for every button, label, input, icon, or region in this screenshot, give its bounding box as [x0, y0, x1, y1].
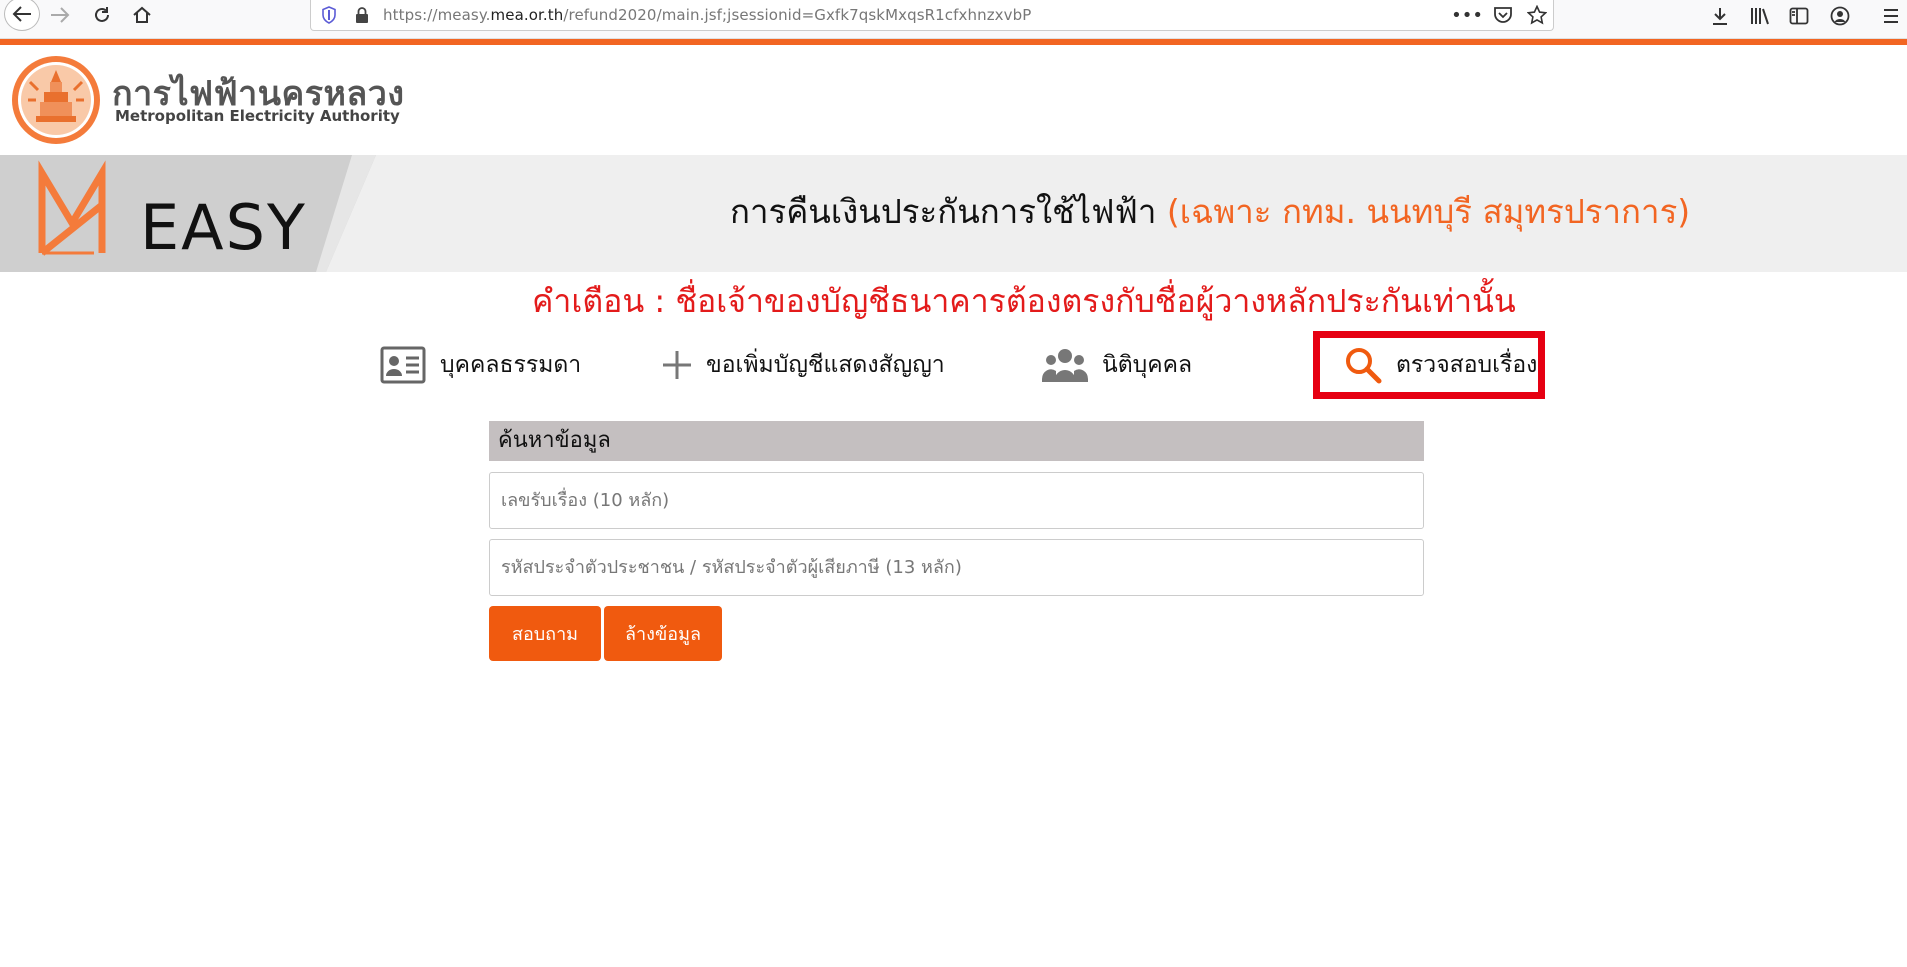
- sidebar-button[interactable]: [1785, 3, 1813, 29]
- measy-logo-text: EASY: [140, 191, 307, 264]
- id-card-icon: [380, 346, 426, 384]
- sidebar-icon: [1789, 7, 1809, 25]
- home-icon: [133, 6, 151, 23]
- warning-message: คำเตือน : ชื่อเจ้าของบัญชีธนาคารต้องตรงก…: [532, 282, 1516, 320]
- menu-individual[interactable]: บุคคลธรรมดา: [380, 340, 581, 390]
- plus-icon: [662, 350, 692, 380]
- library-icon: [1751, 8, 1769, 25]
- menu-individual-label: บุคคลธรรมดา: [440, 352, 582, 378]
- citizen-id-input[interactable]: รหัสประจำตัวประชาชน / รหัสประจำตัวผู้เสี…: [489, 539, 1424, 596]
- url-bar[interactable]: https://measy.mea.or.th/refund2020/main.…: [310, 0, 1554, 31]
- inquire-button[interactable]: สอบถาม: [489, 606, 601, 661]
- hamburger-icon: [1884, 9, 1898, 23]
- account-icon: [1830, 6, 1850, 26]
- reload-button[interactable]: [87, 2, 117, 28]
- clear-button[interactable]: ล้างข้อมูล: [604, 606, 722, 661]
- menu-add-account[interactable]: ขอเพิ่มบัญชีแสดงสัญญา: [662, 340, 945, 390]
- menu-juristic-label: นิติบุคคล: [1102, 352, 1193, 378]
- library-button[interactable]: [1746, 3, 1774, 29]
- measy-logo: EASY: [0, 155, 376, 272]
- account-button[interactable]: [1826, 3, 1854, 29]
- pocket-button[interactable]: [1491, 4, 1515, 26]
- menu-check-status[interactable]: ตรวจสอบเรื่อง: [1313, 331, 1545, 399]
- users-icon: [1042, 347, 1088, 383]
- url-text[interactable]: https://measy.mea.or.th/refund2020/main.…: [383, 6, 1031, 24]
- back-button[interactable]: [4, 0, 40, 31]
- page-actions-button[interactable]: •••: [1451, 4, 1483, 26]
- home-button[interactable]: [127, 2, 157, 28]
- header-accent-line: [0, 39, 1907, 45]
- menu-add-account-label: ขอเพิ่มบัญชีแสดงสัญญา: [706, 352, 945, 378]
- pocket-icon: [1494, 7, 1512, 23]
- mea-logo[interactable]: [10, 54, 102, 146]
- search-icon: [1344, 346, 1382, 384]
- case-number-input[interactable]: เลขรับเรื่อง (10 หลัก): [489, 472, 1424, 529]
- browser-toolbar: https://measy.mea.or.th/refund2020/main.…: [0, 0, 1907, 39]
- download-icon: [1713, 8, 1727, 25]
- lock-icon[interactable]: [355, 7, 369, 23]
- arrow-right-icon: [51, 7, 70, 23]
- menu-check-status-label: ตรวจสอบเรื่อง: [1396, 352, 1538, 378]
- menu-button[interactable]: [1877, 3, 1905, 29]
- banner-title: การคืนเงินประกันการใช้ไฟฟ้า (เฉพาะ กทม. …: [730, 192, 1691, 231]
- search-panel-heading: ค้นหาข้อมูล: [489, 421, 1424, 461]
- more-horizontal-icon: •••: [1451, 4, 1483, 26]
- shield-icon[interactable]: [321, 6, 337, 24]
- arrow-left-icon: [12, 6, 31, 22]
- org-name-en: Metropolitan Electricity Authority: [115, 107, 400, 125]
- reload-icon: [95, 7, 109, 22]
- forward-button[interactable]: [45, 2, 75, 28]
- menu-juristic[interactable]: นิติบุคคล: [1042, 340, 1192, 390]
- downloads-button[interactable]: [1706, 3, 1734, 29]
- bookmark-button[interactable]: [1525, 4, 1549, 26]
- star-icon: [1527, 5, 1547, 25]
